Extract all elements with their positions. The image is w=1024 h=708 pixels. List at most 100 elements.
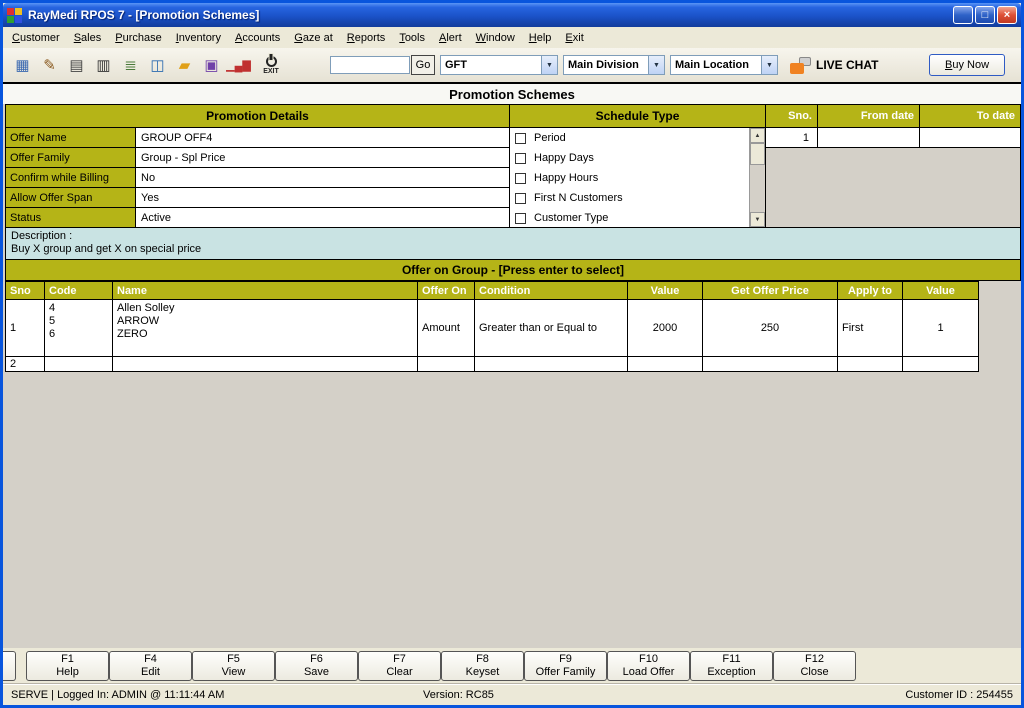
offer-name-value[interactable]: GROUP OFF4 (136, 127, 510, 147)
checkbox-icon[interactable] (515, 132, 526, 144)
maximize-button[interactable]: □ (975, 6, 995, 24)
row1-value[interactable]: 2000 (628, 299, 703, 356)
allow-offer-span-label: Allow Offer Span (6, 187, 136, 207)
close-button[interactable]: × (997, 6, 1017, 24)
row1-get-offer-price[interactable]: 250 (703, 299, 838, 356)
promotion-details-grid: Promotion Details Schedule Type Sno. Fro… (5, 104, 1021, 228)
cash-register-icon[interactable]: ▥ (90, 52, 117, 78)
col-code: Code (45, 282, 113, 299)
from-date-column-header: From date (818, 105, 920, 127)
f6-save-button[interactable]: F6 Save (275, 650, 358, 681)
menu-window[interactable]: Window (469, 30, 522, 46)
f4-edit-button[interactable]: F4 Edit (109, 650, 192, 681)
offer-family-value[interactable]: Group - Spl Price (136, 147, 510, 167)
schedule-option-period[interactable]: Period (510, 128, 765, 148)
schedule-option-happy-days[interactable]: Happy Days (510, 148, 765, 168)
row1-sno[interactable]: 1 (6, 299, 45, 356)
page-title: Promotion Schemes (3, 84, 1021, 104)
menu-tools[interactable]: Tools (392, 30, 432, 46)
f5-view-button[interactable]: F5 View (192, 650, 275, 681)
offer-table: Sno Code Name Offer On Condition Value G… (5, 281, 979, 372)
row1-value-2[interactable]: 1 (903, 299, 978, 356)
f7-clear-button[interactable]: F7 Clear (358, 650, 441, 681)
row1-offer-on[interactable]: Amount (418, 299, 475, 356)
fkey-stub-button[interactable] (3, 650, 16, 681)
menu-reports[interactable]: Reports (340, 30, 393, 46)
menu-sales[interactable]: Sales (67, 30, 109, 46)
row1-code[interactable]: 4 5 6 (45, 299, 113, 356)
schedule-to-date-cell[interactable] (920, 127, 1020, 147)
row2-sno[interactable]: 2 (6, 356, 45, 371)
col-name: Name (113, 282, 418, 299)
row1-apply-to[interactable]: First (838, 299, 903, 356)
scroll-thumb[interactable] (750, 143, 765, 165)
menu-accounts[interactable]: Accounts (228, 30, 287, 46)
checkbox-icon[interactable] (515, 152, 526, 164)
scroll-down-icon[interactable]: ▼ (750, 212, 765, 227)
display-icon[interactable]: ▣ (198, 52, 225, 78)
menu-gaze-at[interactable]: Gaze at (287, 30, 340, 46)
row2-value-2[interactable] (903, 356, 978, 371)
row2-offer-on[interactable] (418, 356, 475, 371)
schedule-option-first-n-customers[interactable]: First N Customers (510, 188, 765, 208)
document-icon[interactable]: ≣ (117, 52, 144, 78)
company-select[interactable]: GFT ▼ (440, 55, 558, 75)
checkbox-icon[interactable] (515, 212, 526, 224)
row2-condition[interactable] (475, 356, 628, 371)
chevron-down-icon: ▼ (541, 56, 557, 74)
status-customer-id: Customer ID : 254455 (905, 688, 1013, 701)
checkbox-icon[interactable] (515, 192, 526, 204)
row1-condition[interactable]: Greater than or Equal to (475, 299, 628, 356)
save-document-icon[interactable]: ✎ (36, 52, 63, 78)
division-select[interactable]: Main Division ▼ (563, 55, 665, 75)
row2-code[interactable] (45, 356, 113, 371)
description-label: Description : (11, 230, 73, 242)
chart-icon[interactable]: ▁▄▇ (225, 52, 252, 78)
folder-icon[interactable]: ▰ (171, 52, 198, 78)
schedule-sno-cell[interactable]: 1 (766, 127, 818, 147)
printer-icon[interactable]: ▤ (63, 52, 90, 78)
menu-inventory[interactable]: Inventory (169, 30, 228, 46)
f11-exception-button[interactable]: F11 Exception (690, 650, 773, 681)
location-select[interactable]: Main Location ▼ (670, 55, 778, 75)
row2-apply-to[interactable] (838, 356, 903, 371)
minimize-button[interactable]: _ (953, 6, 973, 25)
schedule-option-happy-hours[interactable]: Happy Hours (510, 168, 765, 188)
checkbox-icon[interactable] (515, 172, 526, 184)
buy-now-button[interactable]: Buy Now (929, 54, 1005, 76)
confirm-while-billing-value[interactable]: No (136, 167, 510, 187)
f8-keyset-button[interactable]: F8 Keyset (441, 650, 524, 681)
app-logo-icon (7, 7, 22, 23)
menu-exit[interactable]: Exit (558, 30, 590, 46)
status-value[interactable]: Active (136, 207, 510, 227)
menu-customer[interactable]: Customer (5, 30, 67, 46)
scroll-up-icon[interactable]: ▲ (750, 128, 765, 143)
row2-name[interactable] (113, 356, 418, 371)
menu-help[interactable]: Help (522, 30, 559, 46)
col-value-2: Value (903, 282, 978, 299)
row2-value[interactable] (628, 356, 703, 371)
search-input[interactable] (330, 56, 410, 74)
col-value: Value (628, 282, 703, 299)
row1-name[interactable]: Allen Solley ARROW ZERO (113, 299, 418, 356)
menu-purchase[interactable]: Purchase (108, 30, 168, 46)
status-bar: SERVE | Logged In: ADMIN @ 11:11:44 AM V… (3, 683, 1021, 705)
f12-close-button[interactable]: F12 Close (773, 650, 856, 681)
promotion-details-header: Promotion Details (6, 105, 510, 127)
f1-help-button[interactable]: F1 Help (26, 650, 109, 681)
live-chat-button[interactable]: LIVE CHAT (790, 56, 878, 74)
window-title: RayMedi RPOS 7 - [Promotion Schemes] (28, 8, 260, 22)
allow-offer-span-value[interactable]: Yes (136, 187, 510, 207)
go-button[interactable]: Go (411, 55, 435, 75)
row2-get-offer-price[interactable] (703, 356, 838, 371)
billing-icon[interactable]: ▦ (9, 52, 36, 78)
exit-button[interactable]: EXIT (256, 55, 286, 75)
offer-on-group-header: Offer on Group - [Press enter to select] (5, 260, 1021, 281)
schedule-scrollbar[interactable]: ▲ ▼ (749, 128, 765, 227)
ledger-icon[interactable]: ◫ (144, 52, 171, 78)
f9-offer-family-button[interactable]: F9 Offer Family (524, 650, 607, 681)
f10-load-offer-button[interactable]: F10 Load Offer (607, 650, 690, 681)
schedule-from-date-cell[interactable] (818, 127, 920, 147)
schedule-option-customer-type[interactable]: Customer Type (510, 208, 765, 227)
menu-alert[interactable]: Alert (432, 30, 469, 46)
